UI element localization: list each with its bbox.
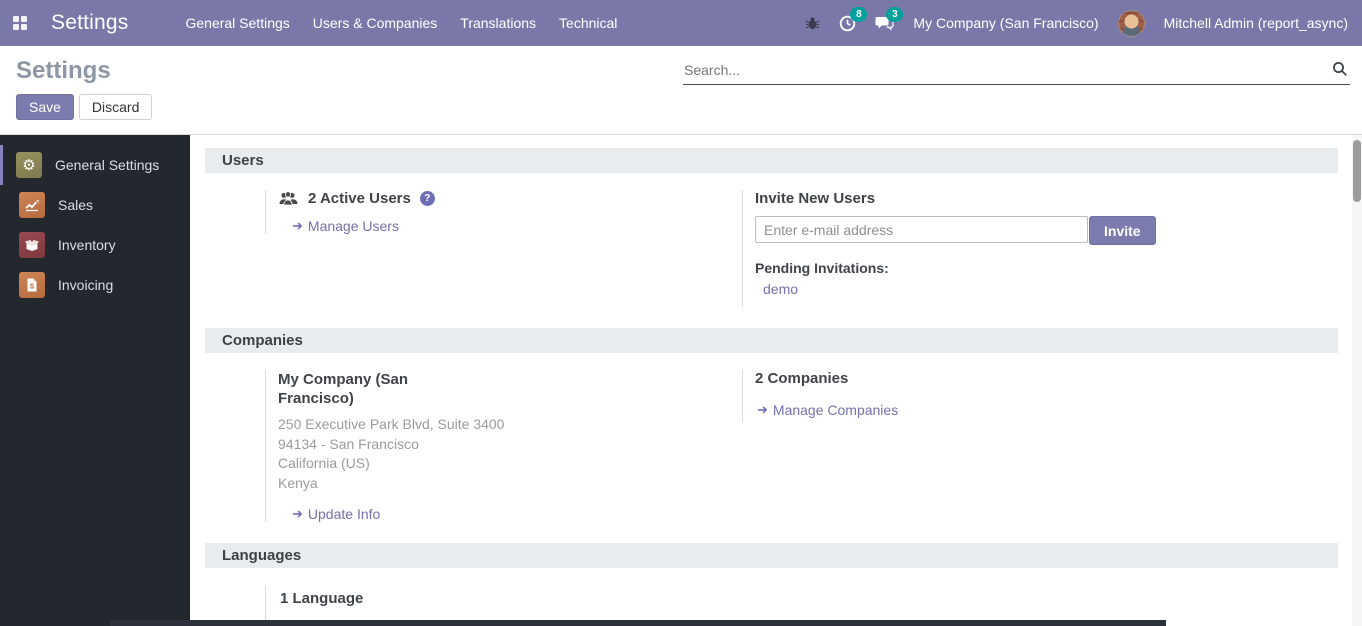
scrollbar-thumb[interactable] — [1353, 140, 1361, 202]
sidebar-item-sales[interactable]: Sales — [0, 185, 190, 225]
activities-clock-icon[interactable]: 8 — [839, 15, 856, 32]
content-area: ⚙ General Settings Sales Inventory $ Inv — [0, 135, 1362, 626]
section-header-languages: Languages — [205, 543, 1338, 568]
gear-icon: ⚙ — [16, 152, 42, 178]
messages-chat-icon[interactable]: 3 — [875, 15, 894, 31]
menu-translations[interactable]: Translations — [460, 11, 536, 35]
pending-invite-demo[interactable]: demo — [763, 281, 1338, 297]
companies-count-box: 2 Companies ➜ Manage Companies — [742, 370, 1338, 422]
companies-row: My Company (San Francisco) 250 Executive… — [265, 370, 1338, 522]
invite-button[interactable]: Invite — [1089, 216, 1156, 245]
invoice-icon: $ — [19, 272, 45, 298]
vertical-scrollbar[interactable] — [1352, 135, 1362, 626]
inventory-box-icon — [19, 232, 45, 258]
message-count-badge: 3 — [886, 7, 903, 22]
menu-users-companies[interactable]: Users & Companies — [313, 11, 438, 35]
activity-count-badge: 8 — [850, 7, 867, 22]
address-line: California (US) — [278, 454, 742, 474]
help-icon[interactable]: ? — [420, 191, 435, 206]
section-header-users: Users — [205, 148, 1338, 173]
language-count: 1 Language — [280, 590, 363, 607]
manage-companies-link[interactable]: ➜ Manage Companies — [757, 402, 1338, 418]
company-info-box: My Company (San Francisco) 250 Executive… — [265, 370, 742, 522]
sidebar-item-inventory[interactable]: Inventory — [0, 225, 190, 265]
address-line: 94134 - San Francisco — [278, 435, 742, 455]
section-header-companies: Companies — [205, 328, 1338, 353]
company-switcher[interactable]: My Company (San Francisco) — [913, 15, 1098, 31]
search-input[interactable] — [683, 59, 1350, 85]
pending-invitations-label: Pending Invitations: — [755, 260, 1338, 276]
navbar-right: 8 3 My Company (San Francisco) Mitchell … — [805, 10, 1348, 37]
settings-main-panel: Users 2 Active Users ? ➜ Manage Users — [190, 135, 1362, 626]
settings-sidebar: ⚙ General Settings Sales Inventory $ Inv — [0, 135, 190, 626]
sidebar-item-invoicing[interactable]: $ Invoicing — [0, 265, 190, 305]
manage-users-link[interactable]: ➜ Manage Users — [292, 218, 742, 234]
address-line: 250 Executive Park Blvd, Suite 3400 — [278, 415, 742, 435]
users-row: 2 Active Users ? ➜ Manage Users Invite N… — [265, 190, 1338, 307]
app-brand[interactable]: Settings — [51, 11, 128, 35]
update-info-link[interactable]: ➜ Update Info — [292, 506, 742, 522]
debug-bug-icon[interactable] — [805, 16, 820, 31]
top-navbar: Settings General Settings Users & Compan… — [0, 0, 1362, 46]
save-button[interactable]: Save — [16, 94, 74, 120]
active-users-box: 2 Active Users ? ➜ Manage Users — [265, 190, 742, 234]
menu-general-settings[interactable]: General Settings — [185, 11, 289, 35]
arrow-right-icon: ➜ — [292, 218, 303, 234]
settings-app: Settings General Settings Users & Compan… — [0, 0, 1362, 626]
page-title: Settings — [16, 57, 111, 85]
arrow-right-icon: ➜ — [757, 402, 768, 418]
form-buttons: Save Discard — [16, 94, 152, 120]
search-bar — [683, 59, 1350, 85]
arrow-right-icon: ➜ — [292, 506, 303, 522]
discard-button[interactable]: Discard — [79, 94, 152, 120]
invite-title: Invite New Users — [755, 190, 1338, 207]
users-group-icon — [278, 191, 299, 207]
bottom-horizontal-bar — [110, 620, 1166, 626]
company-name: My Company (San Francisco) — [278, 370, 428, 408]
user-avatar[interactable] — [1118, 10, 1145, 37]
invite-users-box: Invite New Users Invite Pending Invitati… — [742, 190, 1338, 307]
address-line: Kenya — [278, 474, 742, 494]
invite-email-input[interactable] — [755, 216, 1088, 243]
navbar-menu: General Settings Users & Companies Trans… — [185, 11, 617, 35]
apps-menu-icon[interactable] — [13, 16, 28, 31]
control-panel: Settings Save Discard — [0, 46, 1362, 135]
user-menu[interactable]: Mitchell Admin (report_async) — [1164, 15, 1348, 31]
search-icon[interactable] — [1332, 61, 1348, 77]
sidebar-item-general-settings[interactable]: ⚙ General Settings — [0, 145, 190, 185]
companies-count: 2 Companies — [755, 370, 1338, 387]
active-users-count: 2 Active Users — [308, 190, 411, 207]
company-address: 250 Executive Park Blvd, Suite 3400 9413… — [278, 415, 742, 493]
sales-chart-icon — [19, 192, 45, 218]
menu-technical[interactable]: Technical — [559, 11, 617, 35]
